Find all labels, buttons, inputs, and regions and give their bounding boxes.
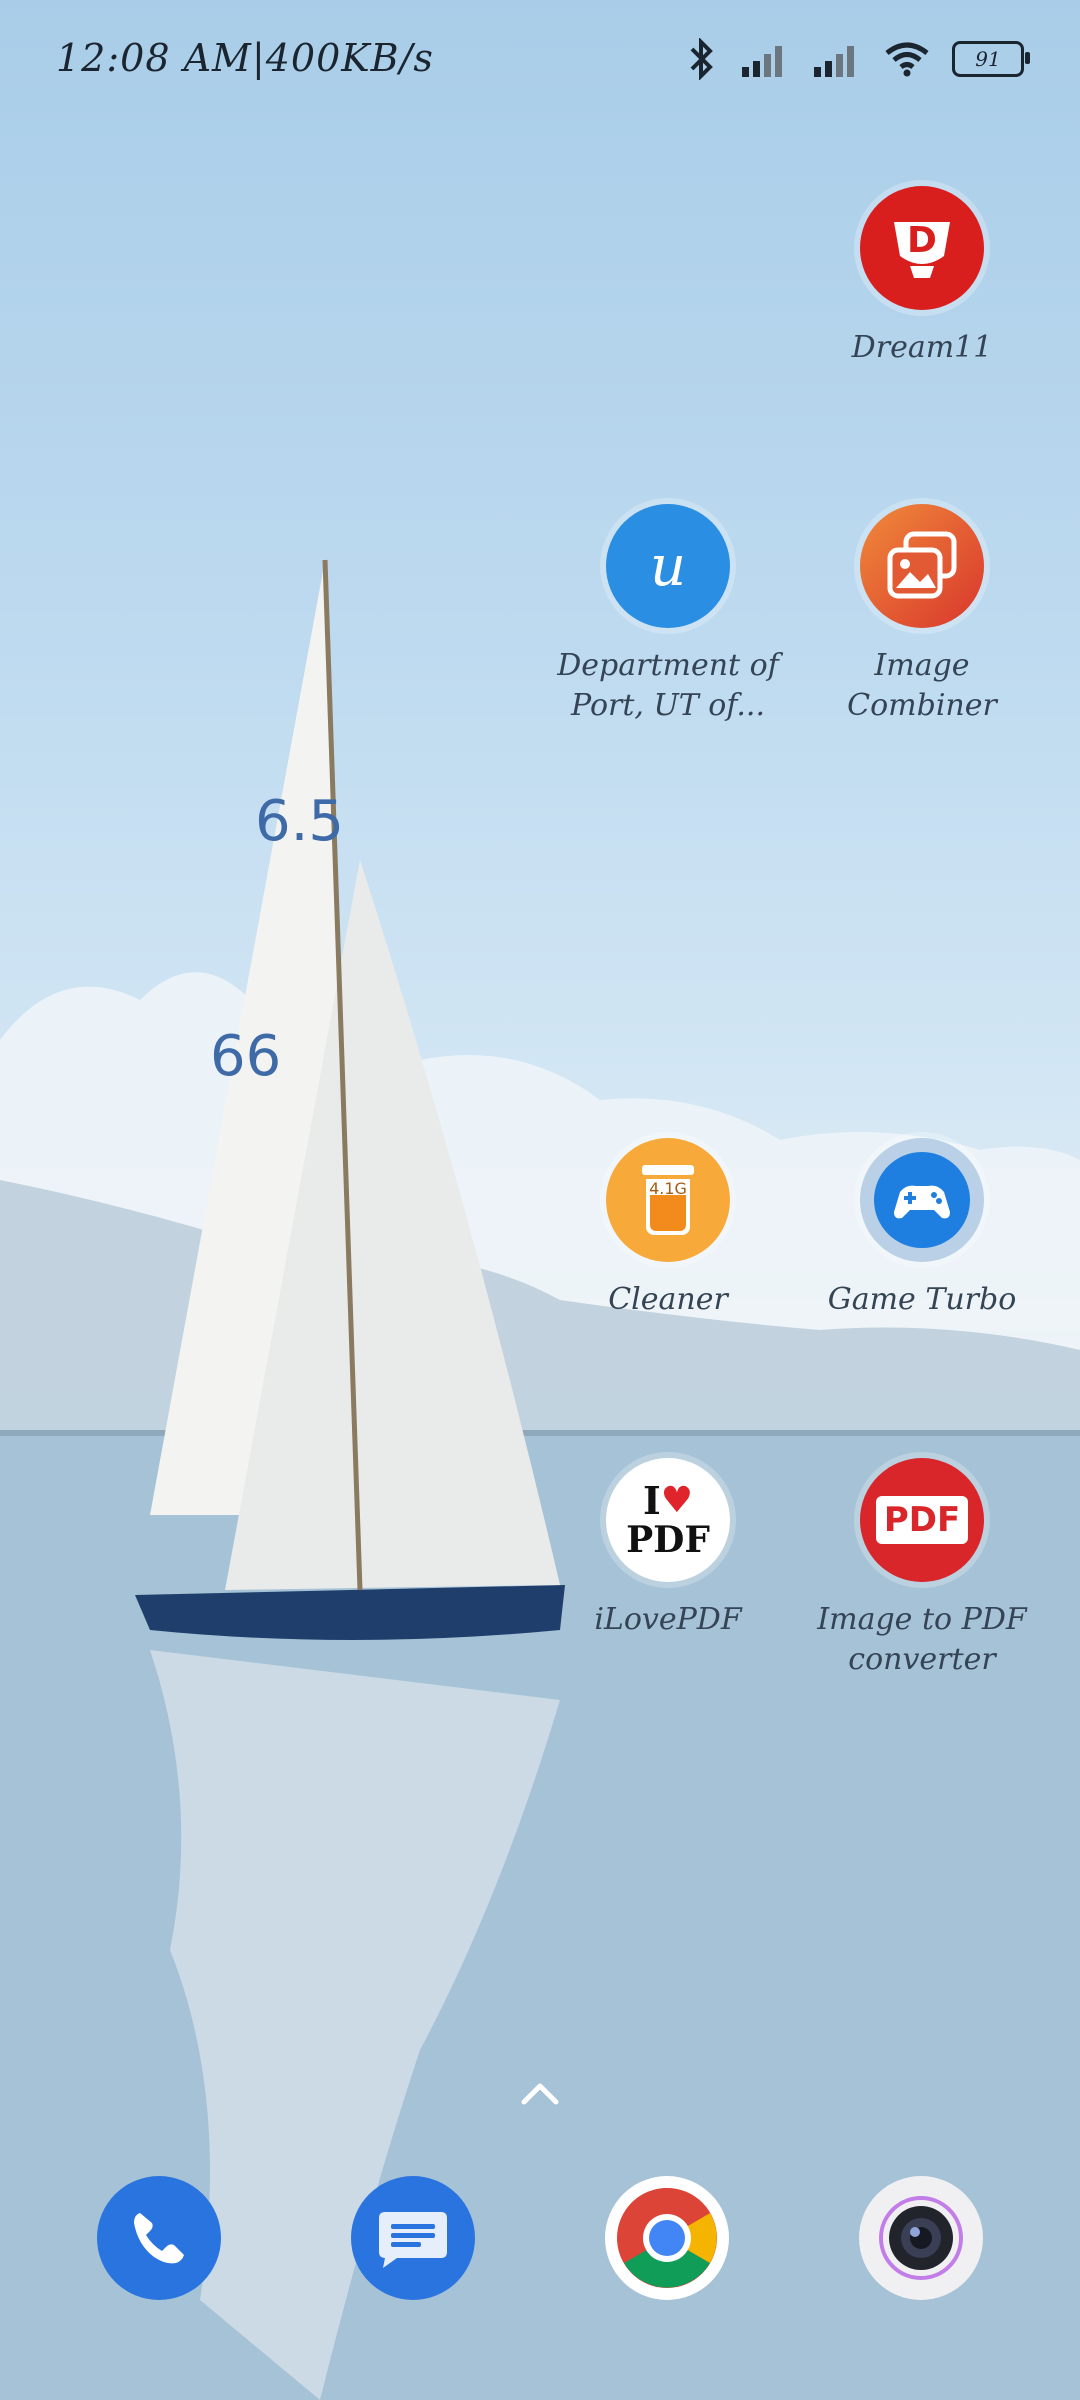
app-label: Department of Port, UT of...: [557, 648, 779, 723]
ilovepdf-pdf: PDF: [626, 1519, 710, 1561]
wifi-icon: [885, 42, 929, 77]
ilovepdf-i: I: [642, 1478, 661, 1523]
app-label: Cleaner: [608, 1282, 728, 1317]
svg-text:6.5: 6.5: [255, 789, 344, 854]
app-dream11[interactable]: D Dream11: [802, 186, 1042, 368]
game-turbo-icon: [860, 1138, 984, 1262]
app-label: Image Combiner: [847, 648, 997, 723]
phone-icon: [134, 2213, 184, 2264]
pdf-text: PDF: [883, 1500, 961, 1540]
department-icon: u: [606, 504, 730, 628]
app-cleaner[interactable]: 4.1G Cleaner: [548, 1138, 788, 1320]
dock-phone[interactable]: [97, 2176, 221, 2300]
app-label: iLovePDF: [594, 1602, 742, 1637]
app-label: Game Turbo: [827, 1282, 1017, 1317]
dock-messages[interactable]: [351, 2176, 475, 2300]
status-time-speed: 12:08 AM|400KB/s: [56, 36, 434, 80]
battery-tip: [1025, 52, 1030, 64]
app-label: Dream11: [851, 330, 993, 365]
app-drawer-chevron-icon[interactable]: [520, 2078, 560, 2108]
battery-level: 91: [975, 47, 1001, 71]
dream11-icon: D: [860, 186, 984, 310]
app-image-combiner[interactable]: Image Combiner: [802, 504, 1042, 726]
app-image-to-pdf[interactable]: PDF Image to PDF converter: [802, 1458, 1042, 1680]
cleaner-badge: 4.1G: [649, 1179, 687, 1198]
signal-icon: [742, 46, 782, 77]
status-bar: 12:08 AM|400KB/s 91: [0, 0, 1080, 120]
ilovepdf-icon: I ♥ PDF: [606, 1458, 730, 1582]
app-department[interactable]: u Department of Port, UT of...: [548, 504, 788, 726]
dock-camera[interactable]: [859, 2176, 983, 2300]
svg-text:66: 66: [210, 1024, 281, 1089]
trash-can-icon: 4.1G: [638, 1165, 698, 1235]
gamepad-icon: [894, 1185, 950, 1219]
image-to-pdf-icon: PDF: [860, 1458, 984, 1582]
app-ilovepdf[interactable]: I ♥ PDF iLovePDF: [548, 1458, 788, 1640]
battery-icon: 91: [952, 41, 1030, 77]
status-icons: 91: [684, 38, 1030, 80]
chrome-icon: [617, 2188, 717, 2288]
app-label: Image to PDF converter: [817, 1602, 1027, 1677]
cleaner-icon: 4.1G: [606, 1138, 730, 1262]
messages-icon: [379, 2212, 447, 2268]
department-letter: u: [649, 533, 687, 599]
image-combiner-icon: [860, 504, 984, 628]
app-game-turbo[interactable]: Game Turbo: [802, 1138, 1042, 1320]
signal-icon-2: [814, 46, 854, 77]
heart-icon: ♥: [660, 1480, 694, 1521]
dream11-letter: D: [907, 220, 937, 261]
bluetooth-icon: [690, 38, 713, 80]
dock-chrome[interactable]: [605, 2176, 729, 2300]
camera-icon: [879, 2196, 963, 2280]
